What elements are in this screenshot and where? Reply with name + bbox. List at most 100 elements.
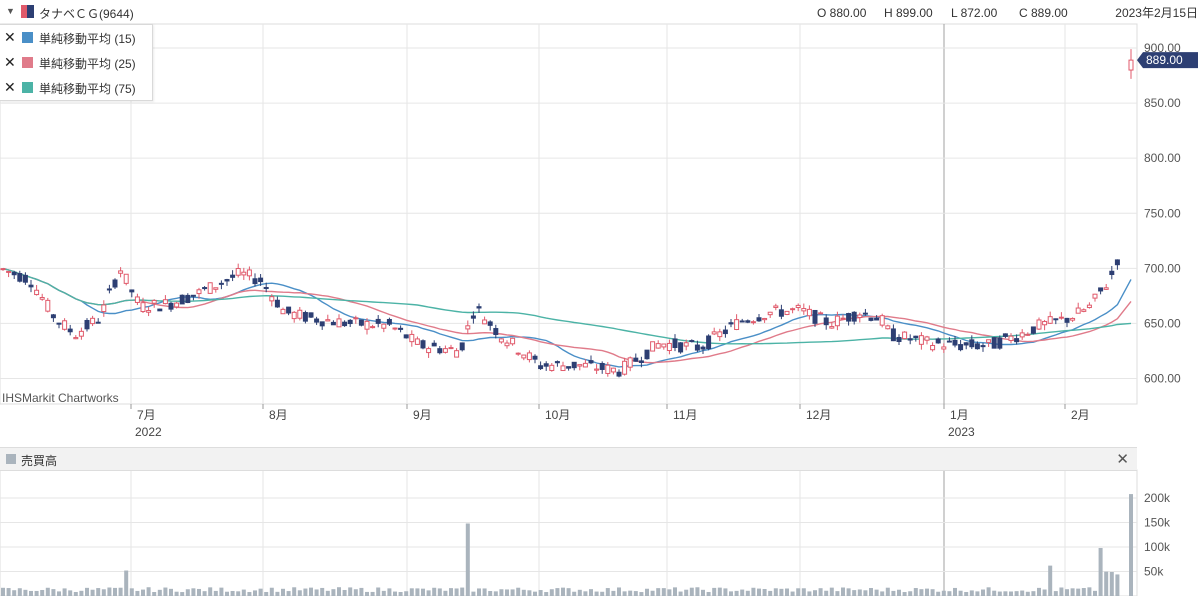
candle-body xyxy=(890,328,896,342)
candle-body xyxy=(1092,293,1098,299)
legend-label: 単純移動平均 (75) xyxy=(39,82,136,96)
legend-label: 単純移動平均 (15) xyxy=(39,32,136,46)
volume-bar xyxy=(997,591,1002,596)
volume-bar xyxy=(17,588,22,596)
candle-body xyxy=(650,341,656,352)
volume-bar xyxy=(549,589,554,596)
volume-bar xyxy=(398,592,403,596)
candle-body xyxy=(610,367,616,373)
volume-bar xyxy=(846,588,851,596)
volume-bar xyxy=(34,590,39,596)
volume-bar xyxy=(633,591,638,596)
volume-bar xyxy=(79,590,84,596)
candle-body xyxy=(17,273,23,282)
volume-bar xyxy=(768,590,773,596)
volume-bar xyxy=(90,589,95,596)
candle-body xyxy=(90,317,96,325)
close-icon[interactable]: ✕ xyxy=(4,54,16,71)
volume-bar xyxy=(488,591,493,596)
volume-bar xyxy=(874,589,879,596)
volume-bar xyxy=(230,590,235,596)
candle-body xyxy=(190,294,196,297)
candle-body xyxy=(73,337,79,340)
volume-bar xyxy=(975,591,980,596)
candle-body xyxy=(549,364,555,371)
close-icon[interactable]: ✕ xyxy=(1116,450,1129,468)
candle-body xyxy=(851,311,857,322)
volume-bar xyxy=(673,587,677,596)
volume-bar xyxy=(365,591,369,596)
volume-bar xyxy=(1129,494,1133,596)
volume-bar xyxy=(785,588,789,596)
candle-body xyxy=(812,309,818,324)
volume-bar xyxy=(863,590,868,596)
price-volume-chart[interactable]: 600.00650.00700.00750.00800.00850.00900.… xyxy=(0,0,1200,596)
volume-bar xyxy=(583,591,588,596)
candle-body xyxy=(532,355,538,360)
candle-body xyxy=(246,269,252,277)
candle-body xyxy=(521,354,527,359)
volume-bar xyxy=(387,588,392,596)
volume-bar xyxy=(661,588,666,596)
volume-bar xyxy=(1081,588,1086,596)
volume-bar xyxy=(353,589,358,596)
volume-bar xyxy=(348,587,353,596)
last-price-label: 889.00 xyxy=(1146,53,1183,67)
volume-bar xyxy=(437,588,442,596)
candle-body xyxy=(879,315,885,326)
volume-bar xyxy=(521,589,526,596)
candle-body xyxy=(924,336,930,341)
volume-bar xyxy=(359,587,364,596)
candle-body xyxy=(1109,270,1115,275)
x-tick-label: 10月 xyxy=(545,408,570,422)
candle-body xyxy=(577,364,583,367)
candle-body xyxy=(767,311,773,316)
volume-bar xyxy=(594,591,599,596)
close-icon[interactable]: ✕ xyxy=(4,79,16,96)
candle-body xyxy=(465,325,471,330)
candle-body xyxy=(823,317,829,326)
candle-body xyxy=(515,352,521,355)
volume-bar xyxy=(45,587,50,596)
volume-bar xyxy=(1037,587,1041,596)
y-tick-label: 850.00 xyxy=(1144,96,1181,110)
volume-bar xyxy=(757,588,761,596)
candle-body xyxy=(22,274,28,283)
candle-body xyxy=(980,345,986,348)
y-tick-label: 700.00 xyxy=(1144,261,1181,275)
volume-bar xyxy=(589,589,593,596)
volume-bar xyxy=(12,590,17,596)
y-tick-label: 750.00 xyxy=(1144,206,1181,220)
volume-bar xyxy=(57,591,61,596)
candle-body xyxy=(638,360,644,363)
candle-body xyxy=(946,340,952,343)
volume-panel-header: 売買高 ✕ xyxy=(0,447,1137,471)
candle-body xyxy=(174,302,180,308)
volume-bar xyxy=(107,587,112,596)
volume-bar xyxy=(869,588,873,596)
close-icon[interactable]: ✕ xyxy=(4,29,16,46)
volume-bar xyxy=(236,591,241,596)
candle-body xyxy=(342,321,348,327)
candle-body xyxy=(941,346,947,350)
volume-bar xyxy=(129,588,134,596)
y-tick-label: 50k xyxy=(1144,565,1164,579)
candle-body xyxy=(1098,287,1104,292)
candle-body xyxy=(571,361,577,369)
volume-bar xyxy=(796,588,801,596)
candle-body xyxy=(431,342,437,347)
candle-body xyxy=(493,328,499,336)
volume-bar xyxy=(292,587,297,596)
volume-bar xyxy=(1059,587,1064,596)
candle-body xyxy=(588,360,594,364)
volume-bar xyxy=(393,591,397,596)
volume-bar xyxy=(1065,589,1069,596)
volume-bar xyxy=(880,591,885,596)
volume-bar xyxy=(992,590,997,596)
candle-body xyxy=(347,319,353,325)
candle-body xyxy=(722,329,728,335)
candle-body xyxy=(991,337,997,349)
volume-bar xyxy=(667,589,672,596)
volume-bar xyxy=(779,588,784,596)
volume-bar xyxy=(885,587,890,596)
